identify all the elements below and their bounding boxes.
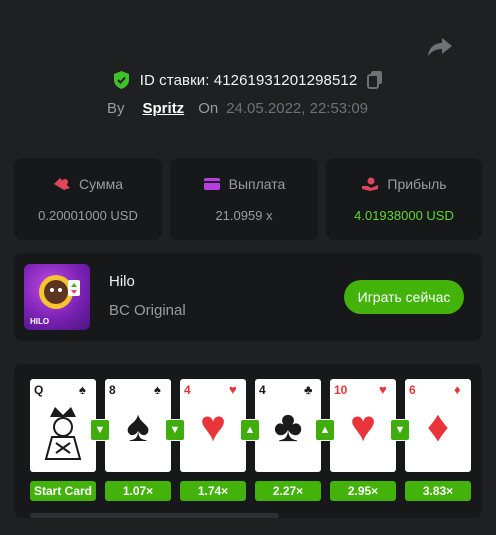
card-4: 4 ♣ ♣ (255, 379, 321, 472)
lower-guess-icon: ▼ (390, 419, 410, 441)
by-label: By (107, 99, 125, 117)
stat-profit-value: 4.01938000 USD (354, 208, 454, 223)
card-1: Q ♠ (30, 379, 96, 472)
higher-guess-icon: ▲ (315, 419, 335, 441)
game-subtitle: BC Original (109, 302, 186, 319)
stat-payout-value: 21.0959 x (215, 208, 273, 223)
multiplier-6: 3.83× (405, 481, 471, 501)
bet-date: 24.05.2022, 22:53:09 (226, 99, 368, 117)
on-label: On (198, 99, 219, 117)
game-card: HILO Hilo BC Original Играть сейчас (14, 253, 482, 341)
card-2: 8 ♠ ♠ (105, 379, 171, 472)
bet-id-row: ID ставки: 41261931201298512 (0, 68, 496, 92)
horizontal-scrollbar[interactable] (30, 513, 279, 518)
card-5: 10 ♥ ♥ (330, 379, 396, 472)
game-thumbnail[interactable]: HILO (24, 264, 90, 330)
thumb-badge: HILO (30, 317, 50, 326)
bet-id: ID ставки: 41261931201298512 (139, 71, 358, 89)
profit-icon (362, 177, 379, 191)
card-history: Q ♠ 8 ♠ ♠ 4 ♥ ♥ 4 ♣ ♣ 10 ♥ ♥ 6 ♦ ♦ ▼ ▼ ▲… (14, 364, 482, 518)
lower-guess-icon: ▼ (90, 419, 110, 441)
author-link[interactable]: Spritz (143, 100, 185, 117)
shield-check-icon (113, 71, 129, 89)
copy-icon[interactable] (367, 71, 383, 89)
lower-guess-icon: ▼ (165, 419, 185, 441)
author-row: By Spritz On 24.05.2022, 22:53:09 (107, 96, 368, 120)
higher-guess-icon: ▲ (240, 419, 260, 441)
stat-amount: Сумма 0.20001000 USD (14, 158, 162, 240)
stat-payout: Выплата 21.0959 x (170, 158, 318, 240)
multiplier-5: 2.95× (330, 481, 396, 501)
play-now-button[interactable]: Играть сейчас (344, 280, 464, 314)
card-3: 4 ♥ ♥ (180, 379, 246, 472)
share-icon[interactable] (427, 36, 453, 58)
stats-row: Сумма 0.20001000 USD Выплата 21.0959 x П… (14, 158, 482, 240)
multiplier-start: Start Card (30, 481, 96, 501)
card-6: 6 ♦ ♦ (405, 379, 471, 472)
wallet-icon (203, 178, 220, 190)
stat-profit: Прибыль 4.01938000 USD (326, 158, 482, 240)
bet-icon (54, 178, 70, 190)
multiplier-3: 1.74× (180, 481, 246, 501)
game-title: Hilo (109, 273, 135, 290)
multiplier-4: 2.27× (255, 481, 321, 501)
stat-amount-value: 0.20001000 USD (38, 208, 138, 223)
multiplier-2: 1.07× (105, 481, 171, 501)
queen-face-icon (44, 407, 82, 460)
